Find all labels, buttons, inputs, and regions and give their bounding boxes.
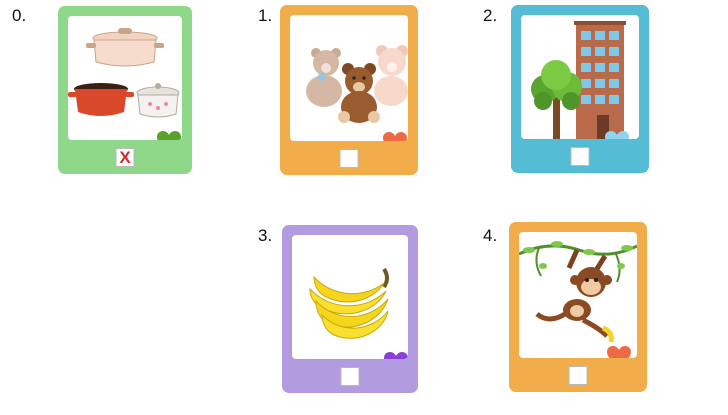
- answer-mark: [572, 148, 589, 165]
- answer-mark: [341, 150, 358, 167]
- picture-area: [68, 16, 182, 140]
- picture-area: [290, 15, 408, 141]
- answer-checkbox[interactable]: X: [115, 148, 135, 167]
- answer-checkbox[interactable]: [570, 147, 590, 166]
- answer-checkbox[interactable]: [339, 149, 359, 168]
- picture-area: [519, 232, 637, 358]
- picture-area: [292, 235, 408, 359]
- item-number: 3.: [258, 226, 273, 245]
- bananas-image: [309, 267, 389, 339]
- picture-card-monkey: [509, 222, 647, 392]
- picture-card-teddy-bears: [280, 5, 418, 175]
- heart-icon: [384, 352, 408, 359]
- heart-icon: [157, 131, 181, 140]
- answer-checkbox[interactable]: [340, 367, 360, 386]
- item-number: 1.: [258, 6, 273, 25]
- heart-icon: [607, 346, 631, 358]
- answer-checkbox[interactable]: [568, 366, 588, 385]
- picture-card-bananas: [282, 225, 418, 393]
- answer-mark: [342, 368, 359, 385]
- teddy-bears-image: [306, 45, 408, 123]
- monkey-on-vines-image: [519, 241, 637, 343]
- heart-icon: [605, 131, 629, 139]
- building-and-tree-image: [531, 21, 626, 139]
- picture-card-pots: X: [58, 6, 192, 174]
- item-number: 2.: [483, 6, 498, 25]
- answer-mark: X: [119, 148, 131, 167]
- picture-area: [521, 15, 639, 139]
- heart-icon: [383, 132, 407, 141]
- item-number: 0.: [12, 6, 27, 25]
- item-number: 4.: [483, 226, 498, 245]
- picture-card-building: [511, 5, 649, 173]
- cooking-pots-image: [68, 28, 180, 118]
- answer-mark: [570, 367, 587, 384]
